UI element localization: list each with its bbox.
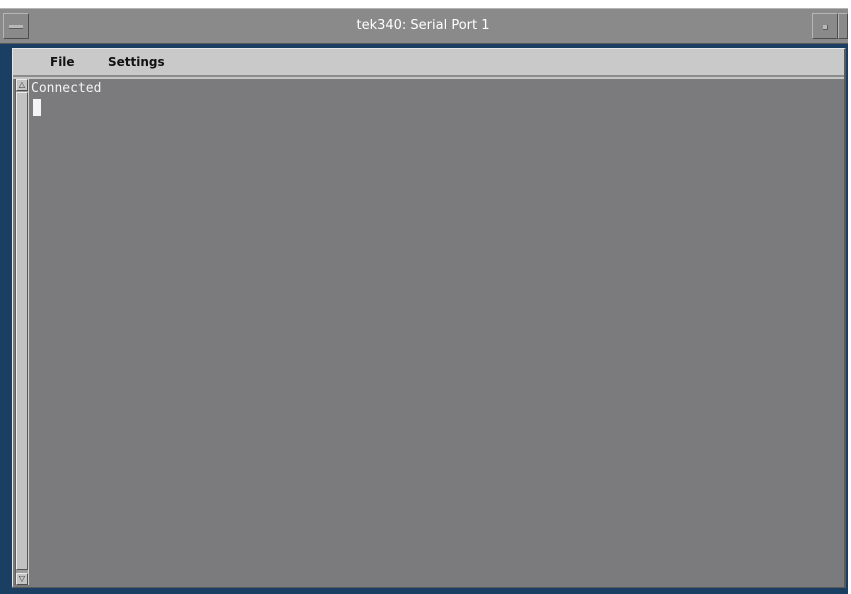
terminal-window: tek340: Serial Port 1 File Settings △ ▽ … [0,8,848,594]
maximize-button[interactable] [838,13,848,39]
text-cursor [33,99,41,116]
menu-bar: File Settings [13,49,844,77]
menu-settings[interactable]: Settings [108,49,165,75]
terminal-area[interactable]: △ ▽ Connected [13,79,844,587]
scroll-thumb[interactable] [16,92,28,570]
window-title: tek340: Serial Port 1 [356,18,490,33]
window-menu-button[interactable] [3,13,29,39]
minimize-button[interactable] [812,13,838,39]
window-menu-icon [9,25,23,29]
minimize-icon [823,25,828,30]
menu-file[interactable]: File [50,49,75,75]
client-area: File Settings △ ▽ Connected [12,48,846,588]
scroll-down-arrow-icon[interactable]: ▽ [16,573,28,585]
vertical-scrollbar[interactable]: △ ▽ [15,79,29,585]
terminal-output: Connected [31,81,102,96]
title-bar[interactable]: tek340: Serial Port 1 [0,8,848,44]
scroll-up-arrow-icon[interactable]: △ [16,79,28,91]
